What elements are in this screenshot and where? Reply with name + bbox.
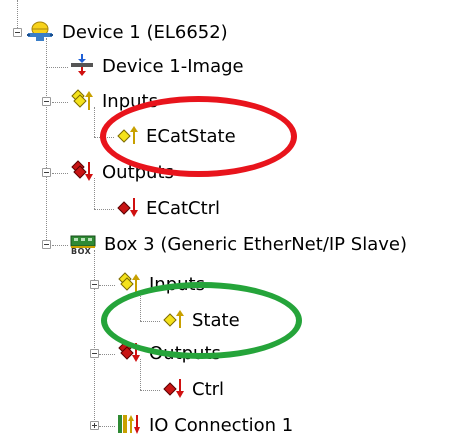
- output-variable-icon: [162, 377, 184, 403]
- tree-item-label: Inputs: [102, 91, 158, 112]
- solution-tree: Device 1 (EL6652) Device 1-Image Inputs: [0, 0, 469, 445]
- tree-item-box[interactable]: BOX Box 3 (Generic EtherNet/IP Slave): [70, 232, 409, 258]
- tree-item-label: IO Connection 1: [149, 415, 294, 436]
- tree-item-state[interactable]: State: [162, 308, 242, 334]
- tree-item-io-connection[interactable]: IO Connection 1: [117, 413, 295, 439]
- tree-item-label: Ctrl: [192, 379, 225, 400]
- tree-connector: [52, 173, 68, 174]
- ethernet-device-icon: [26, 20, 54, 46]
- tree-connector: [52, 245, 68, 246]
- tree-item-label: Box 3 (Generic EtherNet/IP Slave): [104, 234, 407, 255]
- tree-connector: [140, 390, 160, 391]
- tree-connector: [94, 209, 114, 210]
- box-badge: BOX: [71, 247, 92, 256]
- inputs-folder-icon: [70, 89, 94, 115]
- tree-connector: [94, 250, 95, 426]
- tree-item-device-outputs[interactable]: Outputs: [70, 160, 176, 186]
- tree-connector: [46, 38, 47, 248]
- tree-item-label: Device 1 (EL6652): [62, 22, 228, 43]
- box-icon: BOX: [70, 233, 96, 257]
- tree-connector: [17, 0, 18, 28]
- inputs-folder-icon: [117, 272, 141, 298]
- tree-item-ecat-ctrl[interactable]: ECatCtrl: [116, 196, 222, 222]
- collapse-box-inputs-toggle[interactable]: [90, 280, 99, 289]
- tree-connector: [99, 426, 115, 427]
- tree-item-label: Outputs: [102, 162, 174, 183]
- tree-item-label: ECatCtrl: [146, 198, 221, 219]
- tree-connector: [99, 354, 115, 355]
- collapse-device-toggle[interactable]: [13, 28, 22, 37]
- tree-connector: [140, 321, 160, 322]
- tree-item-ecat-state[interactable]: ECatState: [116, 124, 238, 150]
- input-variable-icon: [116, 124, 138, 150]
- collapse-box-toggle[interactable]: [42, 240, 51, 249]
- output-variable-icon: [116, 196, 138, 222]
- tree-connector: [46, 67, 68, 68]
- tree-item-device-image[interactable]: Device 1-Image: [70, 54, 246, 80]
- tree-item-label: Device 1-Image: [102, 56, 244, 77]
- tree-item-ctrl[interactable]: Ctrl: [162, 377, 226, 403]
- tree-connector: [94, 137, 114, 138]
- outputs-folder-icon: [117, 341, 141, 367]
- tree-item-label: State: [192, 310, 240, 331]
- tree-item-box-inputs[interactable]: Inputs: [117, 272, 207, 298]
- outputs-folder-icon: [70, 160, 94, 186]
- input-variable-icon: [162, 308, 184, 334]
- tree-item-label: ECatState: [146, 126, 236, 147]
- tree-connector: [99, 285, 115, 286]
- collapse-device-inputs-toggle[interactable]: [42, 97, 51, 106]
- tree-item-device[interactable]: Device 1 (EL6652): [26, 20, 230, 46]
- collapse-box-outputs-toggle[interactable]: [90, 349, 99, 358]
- io-connection-icon: [117, 412, 141, 440]
- expand-io-connection-toggle[interactable]: [90, 421, 99, 430]
- tree-connector: [52, 102, 68, 103]
- device-image-icon: [70, 53, 94, 81]
- tree-item-label: Inputs: [149, 274, 205, 295]
- tree-item-device-inputs[interactable]: Inputs: [70, 89, 160, 115]
- tree-item-box-outputs[interactable]: Outputs: [117, 341, 223, 367]
- tree-item-label: Outputs: [149, 343, 221, 364]
- collapse-device-outputs-toggle[interactable]: [42, 168, 51, 177]
